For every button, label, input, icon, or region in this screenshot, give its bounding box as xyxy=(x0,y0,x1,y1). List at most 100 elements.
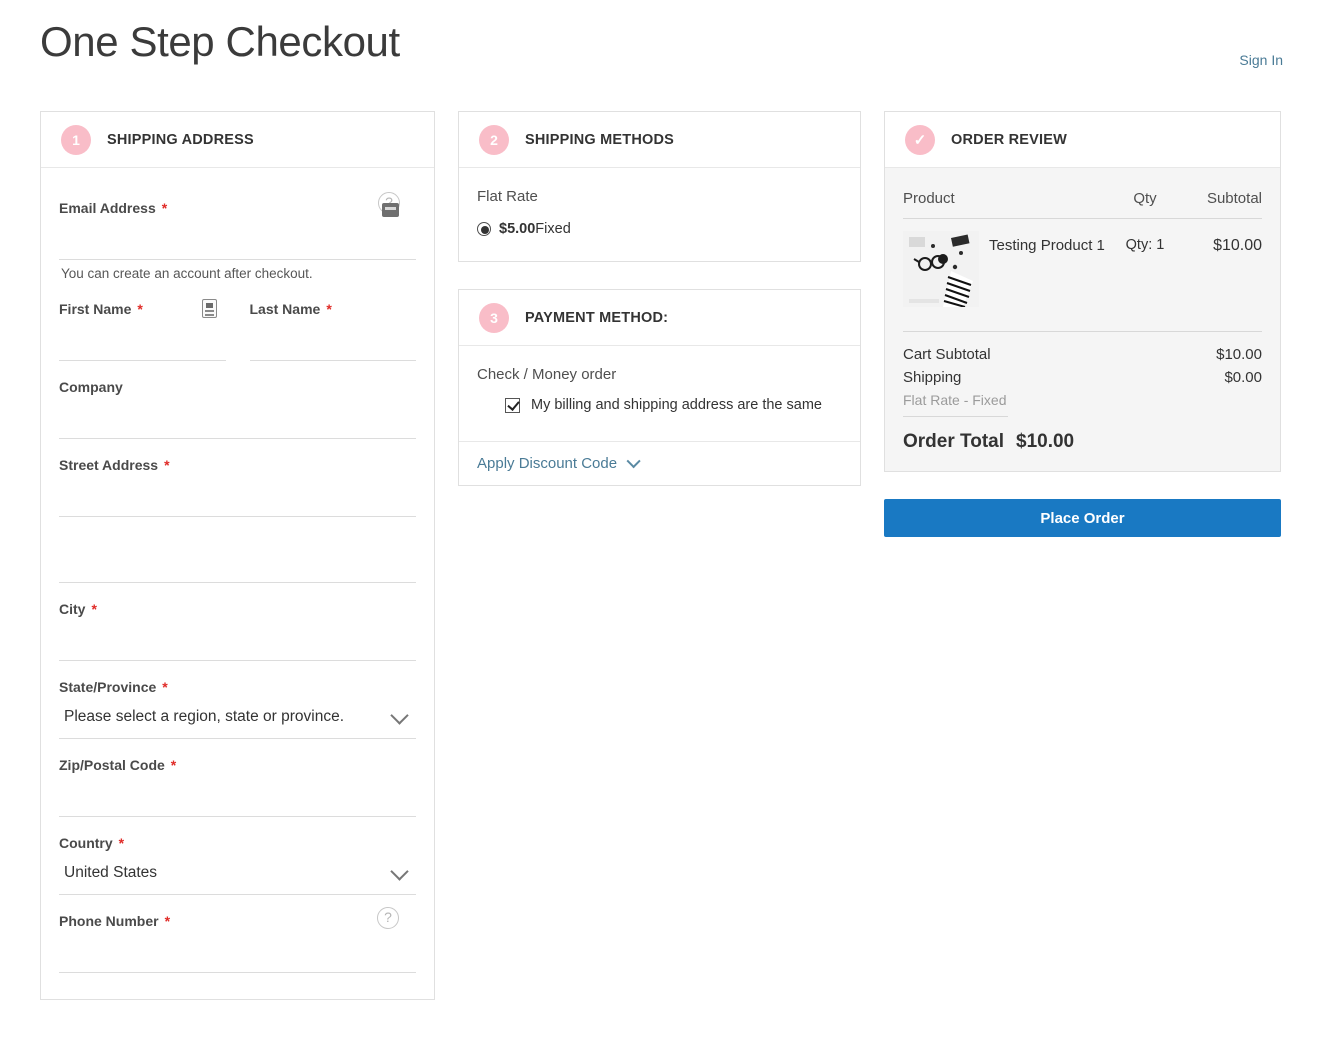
payment-method-title: PAYMENT METHOD: xyxy=(525,309,669,326)
billing-same-label: My billing and shipping address are the … xyxy=(531,397,822,413)
phone-help-icon[interactable]: ? xyxy=(377,907,399,929)
email-label: Email Address * xyxy=(59,200,168,216)
cart-subtotal-label: Cart Subtotal xyxy=(903,346,991,363)
checkout-page: One Step Checkout Sign In 1 SHIPPING ADD… xyxy=(0,0,1321,1054)
payment-method-body: Check / Money order My billing and shipp… xyxy=(459,346,860,441)
apply-discount-code-label: Apply Discount Code xyxy=(477,455,618,472)
order-totals: Cart Subtotal $10.00 Shipping $0.00 Flat… xyxy=(903,331,1262,471)
step-badge-3: 3 xyxy=(479,302,509,333)
table-row: Testing Product 1 Qty: 1 $10.00 xyxy=(903,219,1262,331)
shipping-row: Shipping $0.00 xyxy=(903,369,1262,386)
step-badge-1: 1 xyxy=(61,124,91,155)
product-subtotal: $10.00 xyxy=(1213,237,1262,254)
first-name-required-mark: * xyxy=(137,301,143,317)
cart-subtotal-row: Cart Subtotal $10.00 xyxy=(903,346,1262,363)
shipping-method-option[interactable]: $5.00 Fixed xyxy=(477,221,842,237)
region-required-mark: * xyxy=(162,679,168,695)
city-field-group: City * xyxy=(59,587,416,661)
column-header-product: Product xyxy=(903,190,955,207)
email-input[interactable] xyxy=(59,216,416,260)
order-review-table-header: Product Qty Subtotal xyxy=(903,168,1262,219)
country-field-group: Country * United States xyxy=(59,821,416,895)
first-name-input[interactable] xyxy=(59,317,226,361)
street-label: Street Address * xyxy=(59,457,170,473)
region-label: State/Province * xyxy=(59,679,168,695)
last-name-input[interactable] xyxy=(249,317,416,361)
country-label: Country * xyxy=(59,835,125,851)
payment-method-name: Check / Money order xyxy=(477,366,617,383)
region-select-wrap: Please select a region, state or provinc… xyxy=(59,695,416,739)
street-line2-input[interactable] xyxy=(59,539,416,583)
order-review-title: ORDER REVIEW xyxy=(951,131,1067,148)
product-thumbnail xyxy=(903,231,979,307)
page-title: One Step Checkout xyxy=(40,18,400,65)
country-required-mark: * xyxy=(118,835,125,851)
city-required-mark: * xyxy=(91,601,97,617)
street-required-mark: * xyxy=(164,457,170,473)
country-select[interactable]: United States xyxy=(59,851,416,895)
sign-in-link[interactable]: Sign In xyxy=(1239,52,1283,68)
last-name-label: Last Name * xyxy=(249,301,332,317)
product-qty: Qty: 1 xyxy=(1125,237,1165,253)
billing-same-checkbox[interactable] xyxy=(505,397,520,413)
column-header-qty: Qty xyxy=(1133,190,1157,207)
shipping-address-header: 1 SHIPPING ADDRESS xyxy=(41,112,434,168)
shipping-method-name: Fixed xyxy=(535,221,571,237)
shipping-address-panel: 1 SHIPPING ADDRESS Email Address * ? You … xyxy=(40,111,435,1000)
phone-input[interactable] xyxy=(59,929,416,973)
chevron-down-icon xyxy=(626,453,641,468)
last-name-required-mark: * xyxy=(326,301,332,317)
password-manager-icon[interactable] xyxy=(382,203,399,217)
order-review-column: ✓ ORDER REVIEW Product Qty Subtotal Test… xyxy=(884,111,1281,537)
column-header-subtotal: Subtotal xyxy=(1206,190,1262,207)
place-order-button[interactable]: Place Order xyxy=(884,499,1281,537)
region-field-group: State/Province * Please select a region, … xyxy=(59,665,416,739)
order-review-body: Product Qty Subtotal Testing Product 1 Q… xyxy=(885,168,1280,471)
shipping-carrier-name: Flat Rate xyxy=(477,188,538,205)
company-label: Company xyxy=(59,379,123,395)
order-review-header: ✓ ORDER REVIEW xyxy=(885,112,1280,168)
payment-method-header: 3 PAYMENT METHOD: xyxy=(459,290,860,346)
contact-card-icon[interactable] xyxy=(202,299,217,318)
first-name-field-group: First Name * xyxy=(59,287,226,361)
email-note: You can create an account after checkout… xyxy=(61,266,313,281)
shipping-address-form: Email Address * ? You can create an accou… xyxy=(41,168,434,999)
check-icon: ✓ xyxy=(905,124,935,155)
order-total-row: Order Total $10.00 xyxy=(903,431,1262,453)
phone-field-group: Phone Number * ? xyxy=(59,899,416,973)
city-input[interactable] xyxy=(59,617,416,661)
zip-field-group: Zip/Postal Code * xyxy=(59,743,416,817)
zip-required-mark: * xyxy=(170,757,177,773)
order-total-label: Order Total xyxy=(903,431,1004,452)
shipping-payment-column: 2 SHIPPING METHODS Flat Rate $5.00 Fixed… xyxy=(458,111,861,486)
apply-discount-code-toggle[interactable]: Apply Discount Code xyxy=(459,441,860,485)
city-label: City * xyxy=(59,601,97,617)
country-select-wrap: United States xyxy=(59,851,416,895)
street-line1-input[interactable] xyxy=(59,473,416,517)
shipping-address-title: SHIPPING ADDRESS xyxy=(107,131,254,148)
payment-method-panel: 3 PAYMENT METHOD: Check / Money order My… xyxy=(458,289,861,486)
cart-subtotal-value: $10.00 xyxy=(1216,346,1262,363)
last-name-field-group: Last Name * xyxy=(249,287,416,361)
product-name: Testing Product 1 xyxy=(989,237,1105,254)
phone-label: Phone Number * xyxy=(59,913,171,929)
shipping-methods-title: SHIPPING METHODS xyxy=(525,131,675,148)
email-required-mark: * xyxy=(161,200,168,216)
zip-label: Zip/Postal Code * xyxy=(59,757,177,773)
shipping-methods-panel: 2 SHIPPING METHODS Flat Rate $5.00 Fixed xyxy=(458,111,861,262)
shipping-methods-body: Flat Rate $5.00 Fixed xyxy=(459,168,860,261)
shipping-value: $0.00 xyxy=(1224,369,1262,386)
email-field-group: Email Address * ? You can create an accou… xyxy=(59,186,416,283)
shipping-method-price: $5.00 xyxy=(499,221,536,237)
company-field-group: Company xyxy=(59,365,416,439)
step-badge-2: 2 xyxy=(479,124,509,155)
shipping-label: Shipping xyxy=(903,369,962,386)
shipping-methods-header: 2 SHIPPING METHODS xyxy=(459,112,860,168)
billing-same-row[interactable]: My billing and shipping address are the … xyxy=(477,397,842,413)
shipping-address-column: 1 SHIPPING ADDRESS Email Address * ? You … xyxy=(40,111,435,1000)
name-row: First Name * Last Name * xyxy=(59,287,416,365)
company-input[interactable] xyxy=(59,395,416,439)
region-select[interactable]: Please select a region, state or provinc… xyxy=(59,695,416,739)
zip-input[interactable] xyxy=(59,773,416,817)
shipping-method-radio[interactable] xyxy=(477,222,491,236)
